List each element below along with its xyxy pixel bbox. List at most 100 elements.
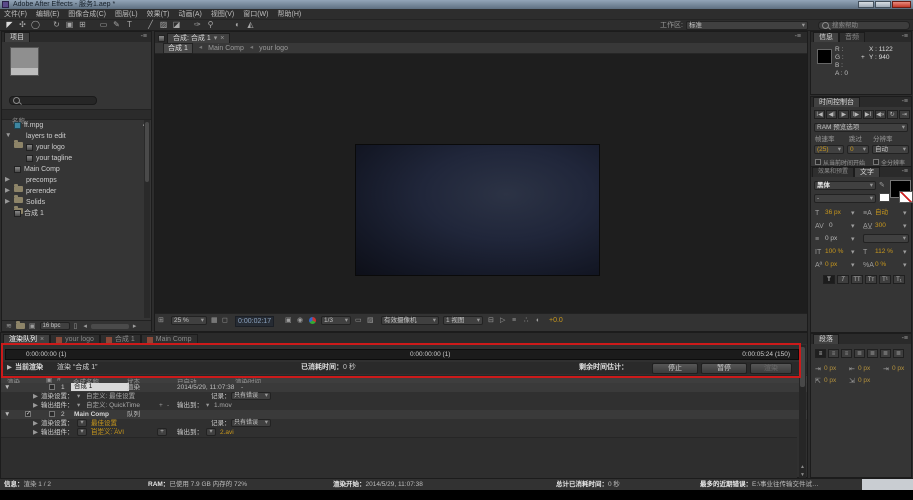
menu-edit[interactable]: 编辑(E) [36, 10, 59, 19]
roto-brush-tool-icon[interactable]: ✑ [191, 20, 204, 30]
tab-effects-presets[interactable]: 效果和预置 [812, 167, 854, 177]
small-caps-button[interactable]: Tт [865, 275, 877, 284]
twirl-closed-icon[interactable]: ▶ [33, 393, 38, 401]
twirl-open-icon[interactable]: ▼ [5, 132, 11, 140]
tab-project[interactable]: 项目 [4, 32, 30, 42]
twirl-closed-icon[interactable]: ▶ [33, 429, 38, 437]
audio-toggle-button[interactable]: ◀» [875, 110, 886, 119]
justify-all-button[interactable]: ≣ [893, 349, 904, 358]
menu-file[interactable]: 文件(F) [4, 10, 27, 19]
twirl-closed-icon[interactable]: ▶ [5, 187, 10, 195]
comp-timecode[interactable]: 0:00:02:17 [235, 316, 274, 327]
stroke-style-select[interactable]: ▾ [863, 234, 909, 243]
time-controls-menu-icon[interactable]: -≡ [902, 98, 908, 106]
tab-paragraph[interactable]: 段落 [813, 334, 839, 344]
stop-button[interactable]: 停止 [652, 363, 698, 374]
maximize-button[interactable] [875, 1, 891, 8]
close-button[interactable] [892, 1, 911, 8]
add-output-button[interactable]: + [157, 428, 167, 436]
settings-dropdown-icon[interactable]: ▾ [77, 419, 87, 427]
chevron-down-icon[interactable]: ▾ [77, 402, 80, 410]
clone-stamp-tool-icon[interactable]: ▨ [157, 20, 170, 30]
output-module-value[interactable]: 自定义: QuickTime [86, 402, 140, 410]
all-caps-button[interactable]: TT [851, 275, 863, 284]
scroll-right-icon[interactable]: ▸ [133, 322, 137, 331]
tab-render-queue[interactable]: 渲染队列 × [3, 334, 50, 344]
mask-visibility-icon[interactable]: ◻ [222, 316, 228, 325]
queue-scrollbar[interactable]: ▲ ▼ [799, 345, 806, 478]
eyedropper-icon[interactable]: ✎ [879, 181, 885, 190]
breadcrumb-item[interactable]: Main Comp [208, 44, 244, 53]
region-of-interest-icon[interactable]: ▭ [355, 316, 362, 325]
axis-mode-icon[interactable]: ◐ [231, 20, 244, 30]
leading-dropdown-icon[interactable]: ▾ [903, 209, 907, 218]
new-folder-icon[interactable] [16, 323, 25, 329]
exposure-value[interactable]: +0.0 [549, 316, 563, 325]
first-line-indent-value[interactable]: 0 px [824, 377, 836, 385]
close-icon[interactable]: × [40, 335, 44, 344]
twirl-open-icon[interactable]: ▼ [4, 384, 10, 392]
project-item[interactable]: ▶ Solids [2, 197, 151, 208]
menu-composition[interactable]: 图像合成(C) [68, 10, 106, 19]
breadcrumb-item[interactable]: your logo [259, 44, 288, 53]
twirl-closed-icon[interactable]: ▶ [33, 402, 38, 410]
menu-effect[interactable]: 效果(T) [147, 10, 170, 19]
vertical-scale-dropdown-icon[interactable]: ▾ [851, 248, 855, 257]
tab-character[interactable]: 文字 [854, 167, 880, 177]
transparency-grid-icon[interactable]: ▨ [367, 316, 374, 325]
queue-item-row[interactable]: ▼ ✓ 2 Main Comp 队列 [1, 410, 807, 419]
item-name-selected[interactable]: 合成 1 [71, 383, 129, 391]
view-layout-select[interactable]: 1 视图▾ [443, 316, 483, 325]
play-button[interactable]: ▶ [838, 110, 849, 119]
render-checkbox-checked[interactable]: ✓ [25, 411, 31, 417]
safe-margins-icon[interactable]: ▦ [211, 316, 218, 325]
menu-help[interactable]: 帮助(H) [278, 10, 302, 19]
indent-right-value[interactable]: 0 px [892, 365, 904, 373]
leading-value[interactable]: 自动 [875, 209, 888, 217]
show-snapshot-icon[interactable]: ◉ [297, 316, 303, 325]
horizontal-scale-dropdown-icon[interactable]: ▾ [903, 248, 907, 257]
project-item[interactable]: ▶ prerender [2, 186, 151, 197]
paragraph-panel-menu-icon[interactable]: -≡ [902, 335, 908, 343]
tab-info[interactable]: 信息 [813, 32, 839, 42]
font-family-select[interactable]: 黑体 ▾ [814, 181, 876, 190]
project-panel-menu-icon[interactable]: -≡ [141, 33, 147, 41]
fill-stroke-swap-icon[interactable] [879, 193, 890, 202]
show-channel-icon[interactable] [309, 317, 316, 324]
full-res-checkbox[interactable] [873, 159, 879, 165]
menu-layer[interactable]: 图层(L) [115, 10, 138, 19]
render-checkbox[interactable] [49, 384, 55, 390]
item-name[interactable]: Main Comp [74, 411, 109, 419]
hand-tool-icon[interactable]: ✣ [16, 20, 29, 30]
reset-exposure-icon[interactable]: ◐ [536, 316, 540, 325]
axis-mode2-icon[interactable]: ◭ [244, 20, 257, 30]
twirl-closed-icon[interactable]: ▶ [33, 420, 38, 428]
previous-frame-button[interactable]: ◀I [826, 110, 837, 119]
chevron-down-icon[interactable]: ▾ [77, 393, 80, 401]
kerning-dropdown-icon[interactable]: ▾ [851, 222, 855, 231]
indent-left-value[interactable]: 0 px [824, 365, 836, 373]
rotate-tool-icon[interactable]: ↻ [50, 20, 63, 30]
project-hscrollbar[interactable] [91, 324, 129, 329]
interpret-footage-icon[interactable]: ≋ [6, 322, 12, 331]
camera-tool-icon[interactable]: ▣ [63, 20, 76, 30]
font-size-dropdown-icon[interactable]: ▾ [851, 209, 855, 218]
project-item[interactable]: Main Comp [2, 164, 151, 175]
tracking-dropdown-icon[interactable]: ▾ [903, 222, 907, 231]
help-search-box[interactable]: 搜索帮助 [818, 21, 910, 30]
pixel-aspect-icon[interactable]: ⊟ [488, 316, 494, 325]
kerning-value[interactable]: 0 [829, 222, 833, 230]
ram-preview-button[interactable]: ⇥ [899, 110, 910, 119]
breadcrumb-current[interactable]: 合成 1 [163, 43, 193, 54]
space-before-value[interactable]: 0 px [858, 365, 870, 373]
faux-italic-button[interactable]: T [837, 275, 849, 284]
stroke-color-swatch[interactable] [899, 191, 913, 203]
output-to-value[interactable]: 1.mov [214, 402, 232, 410]
output-to-dropdown-icon[interactable]: ▾ [206, 428, 216, 436]
eraser-tool-icon[interactable]: ◪ [170, 20, 183, 30]
stroke-width-dropdown-icon[interactable]: ▾ [851, 235, 855, 244]
comp-panel-menu-icon[interactable]: -≡ [795, 33, 801, 41]
superscript-button[interactable]: T¹ [879, 275, 891, 284]
project-item[interactable]: ff.mpg ♟ [2, 120, 151, 131]
selection-tool-icon[interactable]: ◤ [3, 20, 16, 30]
